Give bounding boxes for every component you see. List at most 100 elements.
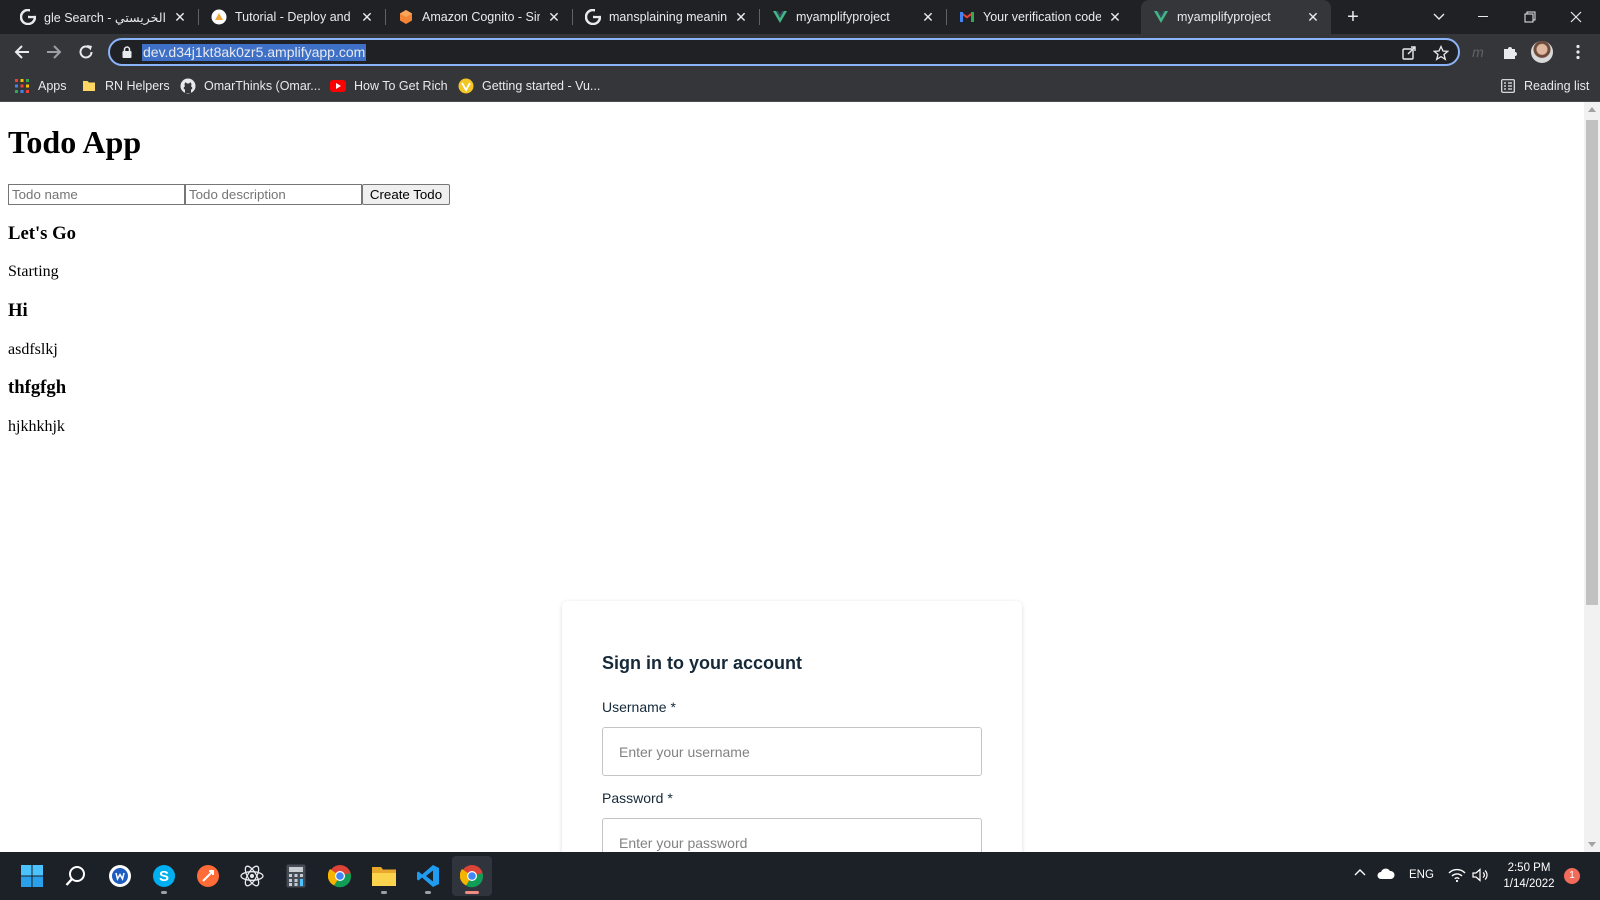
extensions-button[interactable]: [1496, 38, 1524, 66]
bookmark-apps[interactable]: Apps: [14, 77, 67, 95]
skype-icon: S: [153, 865, 175, 887]
onedrive-button[interactable]: [1377, 868, 1395, 880]
close-icon[interactable]: ✕: [733, 9, 749, 25]
show-hidden-icons-button[interactable]: [1354, 868, 1366, 876]
avatar: [1531, 41, 1553, 63]
close-icon[interactable]: ✕: [546, 9, 562, 25]
bookmark-omarthinks[interactable]: OmarThinks (Omar...: [180, 77, 321, 95]
bookmark-rn-helpers[interactable]: RN Helpers: [81, 77, 170, 95]
volume-button[interactable]: [1472, 868, 1490, 882]
running-indicator: [381, 891, 387, 894]
language-indicator[interactable]: ENG: [1409, 869, 1434, 881]
bookmark-label: OmarThinks (Omar...: [204, 79, 321, 93]
create-todo-button[interactable]: Create Todo: [362, 184, 450, 205]
taskbar-skype-app[interactable]: S: [144, 856, 184, 896]
page-scrollbar[interactable]: [1584, 102, 1600, 852]
profile-avatar[interactable]: [1528, 38, 1556, 66]
browser-toolbar: dev.d34j1kt8ak0zr5.amplifyapp.com m: [0, 34, 1600, 70]
taskbar-chrome-app[interactable]: [320, 856, 360, 896]
share-icon[interactable]: [1400, 44, 1418, 62]
close-icon[interactable]: ✕: [920, 9, 936, 25]
clock[interactable]: 2:50 PM 1/14/2022: [1494, 860, 1564, 892]
password-label: Password *: [602, 790, 673, 806]
tab-google-search[interactable]: الخريستي - Google Search ✕: [8, 0, 198, 34]
close-icon[interactable]: ✕: [359, 9, 375, 25]
youtube-icon: [330, 78, 346, 94]
back-button[interactable]: [8, 38, 36, 66]
todo-name-input[interactable]: [8, 184, 185, 205]
windows-start-icon: [21, 865, 43, 887]
todo-item-name: Let's Go: [8, 223, 76, 244]
amplify-docs-icon: [211, 9, 227, 25]
todo-item-description: hjkhkhjk: [8, 418, 65, 435]
address-bar[interactable]: dev.d34j1kt8ak0zr5.amplifyapp.com: [108, 38, 1460, 66]
tab-search-button[interactable]: [1417, 0, 1461, 34]
reload-button[interactable]: [72, 38, 100, 66]
taskbar-react-devtools-app[interactable]: [232, 856, 272, 896]
tab-mansplaining[interactable]: mansplaining meaning ✕: [573, 0, 759, 34]
taskbar-chrome-active-app[interactable]: [452, 856, 492, 896]
react-atom-icon: [240, 865, 264, 887]
forward-button[interactable]: [40, 38, 68, 66]
tab-myamplifyproject-active[interactable]: myamplifyproject ✕: [1141, 0, 1331, 34]
bookmark-getting-started[interactable]: Getting started - Vu...: [458, 77, 600, 95]
tab-myamplifyproject[interactable]: myamplifyproject ✕: [760, 0, 946, 34]
page-title: Todo App: [8, 124, 142, 160]
tab-verification-code[interactable]: Your verification code - ✕: [947, 0, 1133, 34]
calculator-icon: [286, 864, 306, 888]
clock-date: 1/14/2022: [1503, 878, 1555, 890]
password-input[interactable]: [602, 818, 982, 852]
close-icon[interactable]: ✕: [1107, 9, 1123, 25]
cloud-icon: [1377, 868, 1395, 879]
taskbar-file-explorer-app[interactable]: [364, 856, 404, 896]
restore-icon: [1524, 11, 1536, 23]
aws-cognito-icon: [398, 9, 414, 25]
bookmark-label: How To Get Rich: [354, 79, 448, 93]
bookmarks-bar: Apps RN Helpers OmarThinks (Omar... How …: [0, 70, 1600, 102]
tab-amplify-tutorial[interactable]: Tutorial - Deploy and h ✕: [199, 0, 385, 34]
restore-button[interactable]: [1508, 0, 1552, 34]
tab-title: myamplifyproject: [1177, 10, 1271, 24]
taskbar-vscode-app[interactable]: [408, 856, 448, 896]
tab-title: Your verification code -: [983, 10, 1101, 24]
browser-menu-button[interactable]: [1564, 38, 1592, 66]
word-icon: [109, 865, 131, 887]
running-indicator: [161, 891, 167, 894]
scroll-down-arrow-icon[interactable]: [1588, 842, 1596, 847]
reload-icon: [79, 45, 93, 59]
bookmark-star-icon[interactable]: [1432, 44, 1450, 62]
start-button[interactable]: [12, 856, 52, 896]
new-tab-button[interactable]: +: [1343, 7, 1363, 27]
bookmark-how-to-get-rich[interactable]: How To Get Rich: [330, 77, 448, 95]
taskbar-word-app[interactable]: [100, 856, 140, 896]
todo-description-input[interactable]: [185, 184, 362, 205]
puzzle-icon: [1504, 47, 1517, 59]
todo-item-name: thfgfgh: [8, 377, 67, 398]
arrow-right-icon: [47, 45, 62, 59]
todo-item-name: Hi: [8, 300, 28, 321]
close-icon[interactable]: ✕: [1305, 9, 1321, 25]
tab-title: Tutorial - Deploy and h: [235, 10, 353, 24]
vuetify-icon: [458, 78, 474, 94]
network-button[interactable]: [1448, 868, 1466, 882]
reading-list-icon: [1500, 78, 1516, 94]
scrollbar-thumb[interactable]: [1586, 120, 1598, 605]
reading-list-button[interactable]: Reading list: [1500, 77, 1589, 95]
username-input[interactable]: [602, 727, 982, 776]
close-icon: [1570, 11, 1582, 23]
lock-icon[interactable]: [120, 45, 134, 59]
vue-icon: [772, 9, 788, 25]
chevron-up-icon: [1354, 869, 1366, 876]
close-icon[interactable]: ✕: [172, 9, 188, 25]
tab-amazon-cognito[interactable]: Amazon Cognito - Simp ✕: [386, 0, 572, 34]
minimize-button[interactable]: [1462, 0, 1506, 34]
notification-badge[interactable]: 1: [1564, 868, 1580, 884]
extension-faded-icon[interactable]: m: [1464, 38, 1492, 66]
taskbar-search-button[interactable]: [56, 856, 96, 896]
close-window-button[interactable]: [1554, 0, 1598, 34]
taskbar-postman-app[interactable]: [188, 856, 228, 896]
scroll-up-arrow-icon[interactable]: [1588, 107, 1596, 112]
chevron-down-icon: [1433, 13, 1445, 20]
url-text[interactable]: dev.d34j1kt8ak0zr5.amplifyapp.com: [142, 44, 367, 61]
taskbar-calculator-app[interactable]: [276, 856, 316, 896]
